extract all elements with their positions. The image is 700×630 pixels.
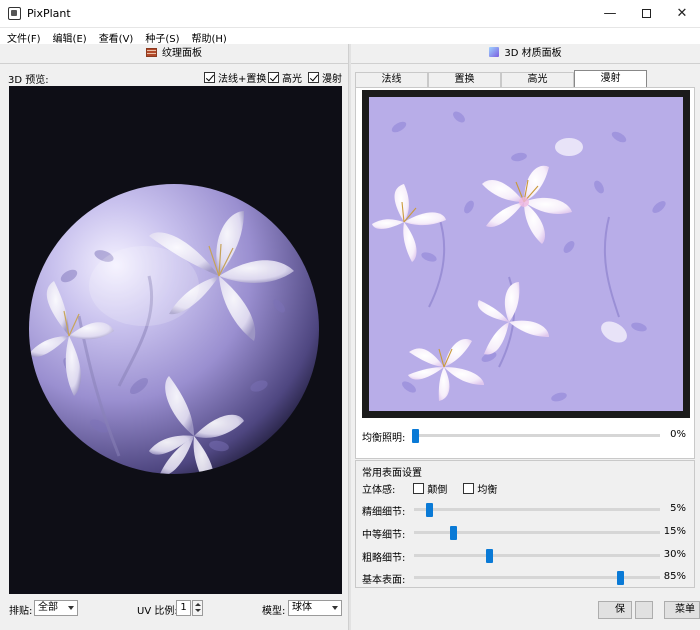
checkbox-box[interactable] <box>308 72 319 83</box>
tiling-value: 全部 <box>38 602 58 613</box>
minimize-button[interactable]: — <box>592 0 628 28</box>
cube-icon <box>489 47 500 57</box>
preview-label: 3D 预览: <box>8 75 49 86</box>
close-icon: ✕ <box>676 6 688 21</box>
window-title: PixPlant <box>27 7 71 20</box>
bump-row: 立体感: 颠倒 均衡 <box>362 481 497 496</box>
material-panel-header: 3D 材质面板 <box>351 44 700 64</box>
triangle-down-icon <box>195 609 201 612</box>
model-label: 模型: <box>262 606 286 617</box>
uv-scale-label: UV 比例: <box>137 606 178 617</box>
slider-track[interactable] <box>414 508 660 511</box>
tab-displacement[interactable]: 置换 <box>428 72 501 87</box>
surface-settings-group: 常用表面设置 立体感: 颠倒 均衡 精细细节: 5% 中等细节: 15% 粗略细… <box>355 460 695 588</box>
invert-checkbox[interactable] <box>413 483 425 494</box>
chevron-down-icon <box>332 606 338 610</box>
balance-label: 均衡 <box>477 485 498 496</box>
menu-help[interactable]: 帮助(H) <box>185 28 232 45</box>
balance-light-slider[interactable]: 均衡照明: 0% <box>362 429 692 444</box>
tiling-select[interactable]: 全部 <box>34 600 78 616</box>
options-button[interactable] <box>635 601 653 619</box>
slider-value: 85% <box>663 571 686 582</box>
specular-checkbox[interactable]: 高光 <box>268 70 302 85</box>
floral-texture <box>369 97 683 411</box>
checkbox-box[interactable] <box>268 72 279 83</box>
menu-edit[interactable]: 编辑(E) <box>46 28 92 45</box>
slider-label: 中等细节: <box>362 530 406 541</box>
close-button[interactable]: ✕ <box>664 0 700 28</box>
model-value: 球体 <box>292 602 312 613</box>
diffuse-checkbox[interactable]: 漫射 <box>308 70 342 85</box>
checkbox-label: 高光 <box>282 74 302 85</box>
menu-button[interactable]: 菜单 <box>664 601 700 619</box>
medium-detail-slider[interactable]: 中等细节: 15% <box>362 526 692 541</box>
texture-panel: 纹理面板 3D 预览: 法线+置换 高光 漫射 排贴: 全部 UV 比例: 1 … <box>0 44 348 630</box>
slider-track[interactable] <box>414 554 660 557</box>
tab-diffuse[interactable]: 漫射 <box>574 70 647 87</box>
triangle-up-icon <box>195 603 201 606</box>
diffuse-tab-content: 均衡照明: 0% <box>355 87 695 459</box>
material-panel: 3D 材质面板 法线 置换 高光 漫射 均衡照明: 0% 常用表面设置 立体感:… <box>351 44 700 630</box>
tiling-label: 排贴: <box>9 606 33 617</box>
slider-track[interactable] <box>412 434 660 437</box>
slider-thumb[interactable] <box>412 429 419 443</box>
title-bar: PixPlant — ✕ <box>0 0 700 28</box>
slider-thumb[interactable] <box>449 526 457 540</box>
app-logo-icon <box>8 7 21 20</box>
slider-thumb[interactable] <box>425 503 433 517</box>
diffuse-texture-image[interactable] <box>369 97 683 411</box>
menu-bar: 文件(F) 编辑(E) 查看(V) 种子(S) 帮助(H) <box>0 28 700 45</box>
tab-normal[interactable]: 法线 <box>355 72 428 87</box>
stepper-down-button[interactable] <box>193 608 202 615</box>
coarse-detail-slider[interactable]: 粗略细节: 30% <box>362 549 692 564</box>
save-button[interactable]: 保存 <box>598 601 632 619</box>
slider-label: 均衡照明: <box>362 433 406 444</box>
slider-thumb[interactable] <box>485 549 493 563</box>
normal-displace-checkbox[interactable]: 法线+置换 <box>204 70 266 85</box>
material-tabs: 法线 置换 高光 漫射 <box>355 70 647 87</box>
tab-specular[interactable]: 高光 <box>501 72 574 87</box>
maximize-button[interactable] <box>628 0 664 28</box>
balance-checkbox[interactable] <box>463 483 475 494</box>
menu-file[interactable]: 文件(F) <box>0 28 46 45</box>
slider-thumb[interactable] <box>617 571 625 585</box>
texture-preview-frame <box>362 90 690 418</box>
slider-value: 15% <box>663 526 686 537</box>
material-panel-title: 3D 材质面板 <box>504 48 562 59</box>
minimize-icon: — <box>603 6 617 21</box>
maximize-icon <box>641 9 651 18</box>
menu-view[interactable]: 查看(V) <box>92 28 139 45</box>
checkbox-box[interactable] <box>204 72 215 83</box>
slider-value: 0% <box>670 429 686 440</box>
uv-scale-stepper[interactable] <box>192 600 203 616</box>
slider-label: 粗略细节: <box>362 553 406 564</box>
slider-value: 30% <box>663 549 686 560</box>
texture-panel-header: 纹理面板 <box>0 44 348 64</box>
slider-label: 精细细节: <box>362 507 406 518</box>
uv-scale-input[interactable]: 1 <box>176 600 191 616</box>
slider-value: 5% <box>670 503 686 514</box>
base-surface-slider[interactable]: 基本表面: 85% <box>362 571 692 586</box>
invert-label: 颠倒 <box>427 485 448 496</box>
texture-panel-title: 纹理面板 <box>162 48 202 59</box>
slider-label: 基本表面: <box>362 575 406 586</box>
stepper-up-button[interactable] <box>193 601 202 608</box>
checkbox-label: 漫射 <box>322 74 342 85</box>
menu-seed[interactable]: 种子(S) <box>138 28 184 45</box>
3d-preview-viewport[interactable] <box>9 86 342 594</box>
model-select[interactable]: 球体 <box>288 600 342 616</box>
bump-label: 立体感: <box>362 485 396 496</box>
sphere-render <box>29 184 319 474</box>
checkbox-label: 法线+置换 <box>218 74 267 85</box>
preview-controls: 排贴: 全部 UV 比例: 1 模型: 球体 <box>0 600 348 622</box>
brick-icon <box>146 48 157 57</box>
chevron-down-icon <box>68 606 74 610</box>
fine-detail-slider[interactable]: 精细细节: 5% <box>362 503 692 518</box>
group-title: 常用表面设置 <box>362 468 422 479</box>
